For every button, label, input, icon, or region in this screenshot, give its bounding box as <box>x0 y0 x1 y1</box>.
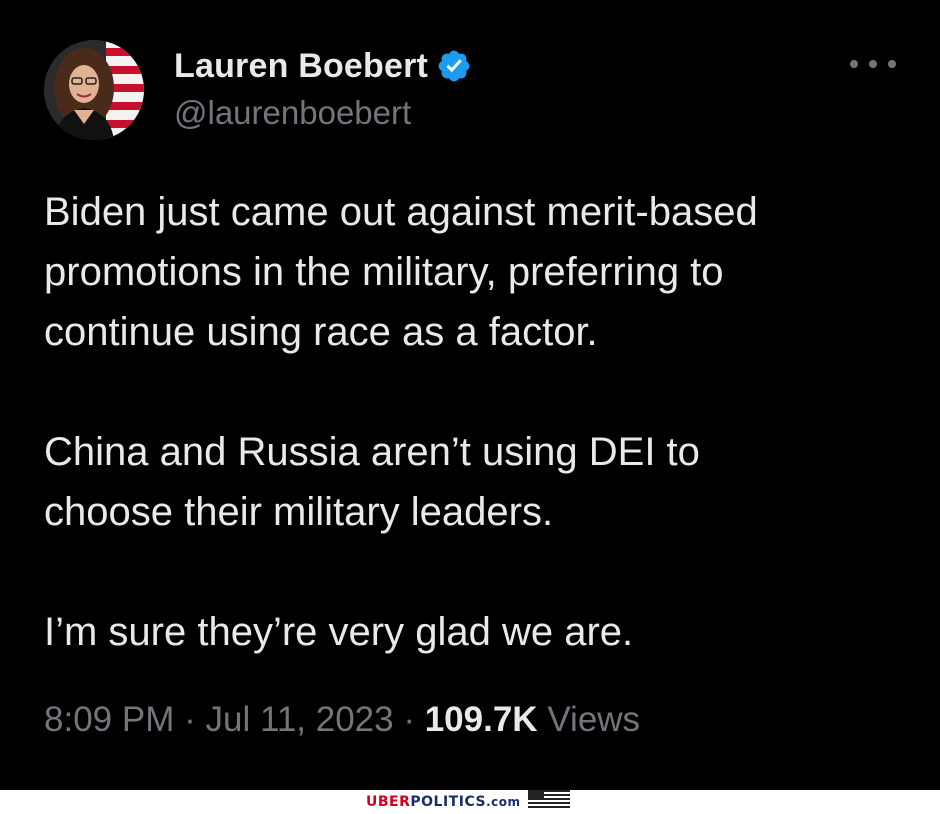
avatar[interactable] <box>44 40 144 140</box>
tweet-time[interactable]: 8:09 PM <box>44 700 174 739</box>
brand-part-uber: UBER <box>366 794 411 810</box>
display-name[interactable]: Lauren Boebert <box>174 47 428 86</box>
views-count: 109.7K <box>424 700 538 739</box>
tweet-text: Biden just came out against merit-based … <box>44 182 904 662</box>
tweet-card: Lauren Boebert @laurenboebert Biden just… <box>0 0 940 790</box>
brand-part-politics: POLITICS <box>410 794 487 810</box>
verified-badge-icon <box>436 48 472 84</box>
avatar-image <box>44 40 144 140</box>
author-row: Lauren Boebert <box>174 42 472 90</box>
handle[interactable]: @laurenboebert <box>174 94 411 132</box>
tweet-paragraph: China and Russia aren’t using DEI to cho… <box>44 430 700 534</box>
meta-separator: · <box>403 700 415 739</box>
tweet-meta: 8:09 PM · Jul 11, 2023 · 109.7K Views <box>44 700 640 740</box>
brand-part-domain: .com <box>486 795 521 809</box>
watermark-footer: UBER POLITICS .com <box>0 790 940 814</box>
meta-separator: · <box>184 700 196 739</box>
tweet-date[interactable]: Jul 11, 2023 <box>205 700 393 739</box>
more-horizontal-icon[interactable] <box>850 52 896 76</box>
tweet-paragraph: Biden just came out against merit-based … <box>44 190 758 354</box>
us-flag-icon <box>528 790 571 814</box>
brand-logo: UBER POLITICS .com <box>366 790 571 814</box>
tweet-paragraph: I’m sure they’re very glad we are. <box>44 610 634 654</box>
views-label: Views <box>547 700 641 739</box>
